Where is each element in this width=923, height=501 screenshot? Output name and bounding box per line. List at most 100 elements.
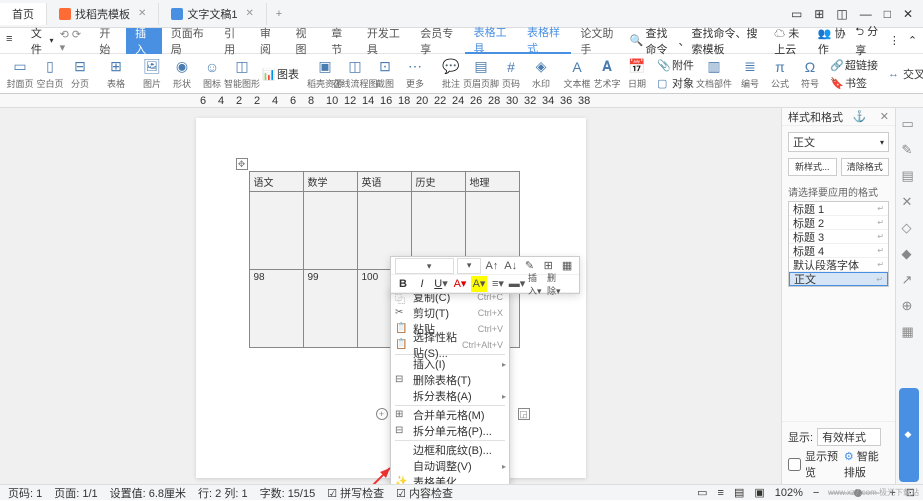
context-item[interactable]: ✂剪切(T)Ctrl+X: [391, 305, 509, 321]
app-icon[interactable]: ▭: [791, 7, 802, 21]
context-item[interactable]: 自动调整(V)▸: [391, 458, 509, 474]
table-move-handle[interactable]: ✥: [236, 158, 248, 170]
menu-start[interactable]: 开始: [90, 28, 126, 54]
menu-table-tools[interactable]: 表格工具: [465, 28, 518, 54]
td[interactable]: [303, 192, 357, 270]
rb-textbox[interactable]: A文本框: [563, 56, 591, 92]
search-box[interactable]: 🔍查找命令、查找命令、搜索模板: [625, 23, 766, 59]
current-style[interactable]: 正文▾: [788, 132, 889, 152]
clear-format-button[interactable]: 清除格式: [841, 158, 890, 176]
th-chinese[interactable]: 语文: [249, 172, 303, 192]
preview-checkbox[interactable]: [788, 458, 801, 471]
rb-attach[interactable]: 📎附件: [657, 57, 694, 73]
underline-button[interactable]: U▾: [433, 276, 449, 292]
context-item[interactable]: 拆分表格(A)▸: [391, 388, 509, 404]
add-tab[interactable]: +: [267, 8, 291, 20]
align-button[interactable]: ≡▾: [490, 276, 506, 292]
rb-link[interactable]: 🔗超链接: [830, 57, 878, 73]
fill-button[interactable]: ▬▾: [509, 276, 525, 292]
view-outline-icon[interactable]: ≡: [718, 487, 724, 499]
th-history[interactable]: 历史: [411, 172, 465, 192]
rb-flow[interactable]: ◫在线流程图: [341, 56, 369, 92]
rb-obj[interactable]: ▢对象: [657, 75, 694, 91]
close-icon[interactable]: ✕: [246, 8, 254, 19]
rb-chart[interactable]: 📊图表: [262, 66, 299, 82]
menu-table-style[interactable]: 表格样式: [518, 28, 571, 54]
rb-comment[interactable]: 💬批注: [437, 56, 465, 92]
rb-crossref[interactable]: ↔交叉引用: [888, 66, 923, 82]
grow-font[interactable]: A↑: [484, 258, 500, 274]
file-menu[interactable]: 文件▾⟲ ⟳ ▾: [23, 25, 91, 57]
font-combo[interactable]: ▾: [395, 258, 454, 274]
td[interactable]: 98: [249, 270, 303, 348]
more-icon[interactable]: ⋮: [889, 34, 900, 47]
status-words[interactable]: 字数: 15/15: [260, 485, 316, 501]
fontcolor-button[interactable]: A▾: [452, 276, 468, 292]
show-value[interactable]: 有效样式: [817, 428, 881, 446]
menu-vip[interactable]: 会员专享: [411, 28, 464, 54]
settings-icon[interactable]: ◫: [836, 7, 847, 21]
expand-icon[interactable]: ⌃: [908, 34, 917, 47]
view-print-icon[interactable]: ▭: [697, 486, 707, 499]
tab-home[interactable]: 首页: [0, 3, 47, 25]
insert-btn[interactable]: 插入▾: [528, 276, 544, 292]
fontsize-combo[interactable]: ▾: [457, 258, 481, 274]
menu-section[interactable]: 章节: [322, 28, 358, 54]
zoom-out-icon[interactable]: −: [813, 487, 819, 499]
app-menu-icon[interactable]: ≡: [6, 33, 19, 49]
rb-icon[interactable]: ☺图标: [198, 56, 226, 92]
rb-header[interactable]: ▤页眉页脚: [467, 56, 495, 92]
close-icon[interactable]: ✕: [138, 8, 146, 19]
status-pages[interactable]: 页面: 1/1: [54, 485, 97, 501]
context-item[interactable]: 边框和底纹(B)...: [391, 442, 509, 458]
rb-shape[interactable]: ◉形状: [168, 56, 196, 92]
rb-docpart[interactable]: ▥文档部件: [700, 56, 728, 92]
rb-mind[interactable]: ⊡截图: [371, 56, 399, 92]
rb-number[interactable]: ≣编号: [736, 56, 764, 92]
resize-handle[interactable]: ◲: [518, 408, 530, 420]
menu-view[interactable]: 视图: [287, 28, 323, 54]
delete-btn[interactable]: 删除▾: [547, 276, 563, 292]
side-widget[interactable]: ◆: [899, 388, 919, 482]
status-pos[interactable]: 设置值: 6.8厘米: [110, 485, 186, 501]
new-style-button[interactable]: 新样式...: [788, 158, 837, 176]
shrink-font[interactable]: A↓: [503, 258, 519, 274]
context-item[interactable]: ⊞合并单元格(M): [391, 407, 509, 423]
style-item[interactable]: 正文↵: [789, 272, 888, 286]
th-english[interactable]: 英语: [357, 172, 411, 192]
collab-button[interactable]: 👥 协作: [818, 25, 847, 57]
tab-template[interactable]: 找稻壳模板✕: [47, 3, 159, 25]
share-button[interactable]: ⮌ 分享: [855, 23, 881, 58]
td[interactable]: [249, 192, 303, 270]
context-item[interactable]: ✨表格美化: [391, 474, 509, 484]
rb-wordart[interactable]: 𝐀艺术字: [593, 56, 621, 92]
context-item[interactable]: 📋选择性粘贴(S)...Ctrl+Alt+V: [391, 337, 509, 353]
menu-ref[interactable]: 引用: [215, 28, 251, 54]
tab-doc[interactable]: 文字文稿1✕: [159, 3, 267, 25]
rb-picture[interactable]: 🖼图片: [138, 56, 166, 92]
context-item[interactable]: 插入(I)▸: [391, 356, 509, 372]
side-tool-icon[interactable]: ↗: [902, 272, 918, 288]
side-tool-icon[interactable]: ⊕: [902, 298, 918, 314]
status-spell[interactable]: ☑ 拼写检查: [327, 485, 384, 501]
side-tool-icon[interactable]: ▭: [902, 116, 918, 132]
context-item[interactable]: ⊟删除表格(T): [391, 372, 509, 388]
rb-formula[interactable]: π公式: [766, 56, 794, 92]
cloud-status[interactable]: ☁ 未上云: [774, 25, 810, 57]
menu-review[interactable]: 审阅: [251, 28, 287, 54]
italic-button[interactable]: I: [414, 276, 430, 292]
rb-symbol[interactable]: Ω符号: [796, 56, 824, 92]
status-content[interactable]: ☑ 内容检查: [396, 485, 453, 501]
status-rc[interactable]: 行: 2 列: 1: [198, 485, 248, 501]
close-window-icon[interactable]: ✕: [903, 7, 913, 21]
menu-layout[interactable]: 页面布局: [162, 28, 215, 54]
bold-button[interactable]: B: [395, 276, 411, 292]
rb-table[interactable]: ⊞表格: [102, 56, 130, 92]
menu-dev[interactable]: 开发工具: [358, 28, 411, 54]
th-geo[interactable]: 地理: [465, 172, 519, 192]
rb-watermark[interactable]: ◈水印: [527, 56, 555, 92]
side-tool-icon[interactable]: ▤: [902, 168, 918, 184]
minimize-icon[interactable]: —: [860, 7, 872, 21]
style-item[interactable]: 默认段落字体↵: [789, 258, 888, 272]
add-row-handle[interactable]: +: [376, 408, 388, 420]
